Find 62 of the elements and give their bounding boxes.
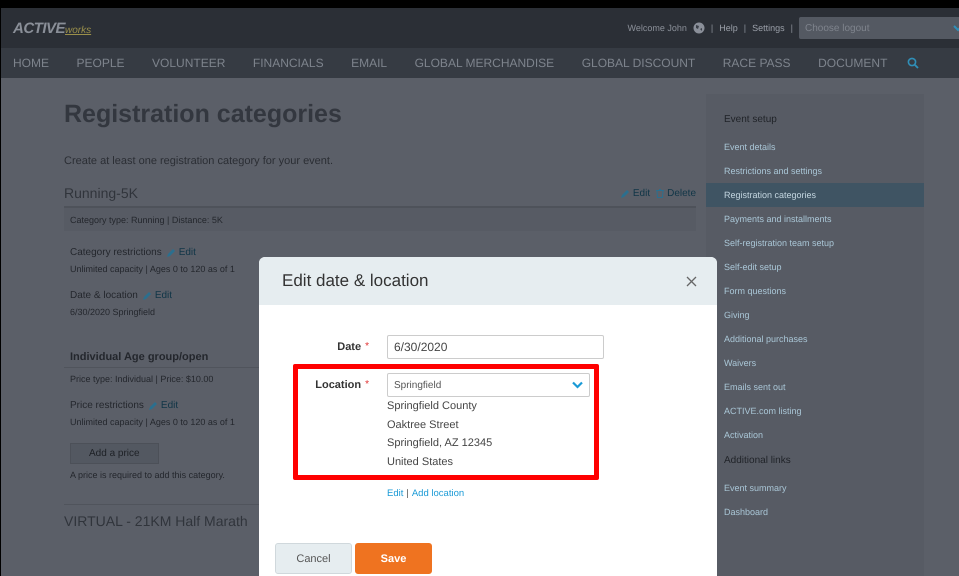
close-icon[interactable]	[686, 276, 697, 286]
cancel-button[interactable]: Cancel	[275, 543, 352, 574]
separator: |	[744, 23, 746, 33]
nav-tab[interactable]: GLOBAL DISCOUNT	[582, 56, 696, 70]
sidebar-item[interactable]: Self-registration team setup	[706, 231, 924, 255]
dialog-title: Edit date & location	[282, 271, 428, 291]
nav-tab[interactable]: FINANCIALS	[252, 56, 324, 70]
separator: |	[710, 23, 714, 33]
edit-link[interactable]: Edit	[166, 247, 196, 258]
section-detail: Unlimited capacity | Ages 0 to 120 as of 1	[70, 417, 235, 427]
sidebar-heading: Additional links	[723, 454, 792, 468]
pencil-icon	[166, 248, 176, 257]
address-line: Springfield County	[387, 399, 478, 414]
section-detail: Unlimited capacity | Ages 0 to 120 as of 1	[70, 264, 235, 274]
sidebar-item[interactable]: Restrictions and settings	[706, 159, 924, 183]
search-icon[interactable]	[906, 57, 919, 69]
edit-link[interactable]: Edit	[142, 290, 172, 301]
price-note: A price is required to add this category.	[69, 470, 226, 480]
section-label: Price restrictions	[70, 400, 144, 411]
location-select[interactable]: Springfield	[387, 373, 590, 397]
edit-link[interactable]: Edit	[148, 400, 178, 411]
section-label: Date & location	[70, 290, 138, 301]
nav-tab[interactable]: RACE PASS	[722, 56, 791, 70]
address-line: Oaktree Street	[387, 418, 460, 432]
address-line: United States	[387, 454, 454, 470]
location-link[interactable]: Add location	[412, 488, 464, 499]
nav-tab[interactable]: PEOPLE	[76, 56, 125, 70]
save-button[interactable]: Save	[355, 543, 432, 574]
link-separator: |	[406, 488, 409, 499]
header-link[interactable]: Help	[719, 23, 738, 33]
chevron-down-icon	[572, 381, 583, 389]
sidebar-item[interactable]: Event details	[706, 135, 924, 159]
nav-tab[interactable]: DOCUMENT	[818, 56, 888, 70]
nav-tab[interactable]: GLOBAL MERCHANDISE	[414, 56, 554, 70]
trash-icon	[656, 188, 664, 198]
category-action-link[interactable]: Edit	[620, 188, 650, 198]
logo[interactable]: ACTIVEworks	[13, 20, 92, 36]
nav-tab[interactable]: VOLUNTEER	[152, 56, 226, 70]
pencil-icon	[142, 291, 152, 300]
separator: |	[790, 23, 793, 33]
date-input[interactable]: 6/30/2020	[387, 335, 604, 359]
field-label: Location	[315, 379, 362, 393]
sidebar-item[interactable]: Payments and installments	[706, 207, 924, 231]
sidebar-item[interactable]: Registration categories	[706, 183, 924, 207]
address-line: Springfield, AZ 12345	[387, 436, 494, 451]
section-label: Category restrictions	[70, 247, 162, 258]
globe-icon[interactable]	[692, 22, 705, 34]
nav-tab[interactable]: HOME	[13, 56, 49, 70]
location-link[interactable]: Edit	[387, 488, 404, 499]
price-info: Price type: Individual | Price: $10.00	[69, 374, 214, 384]
pencil-icon	[148, 401, 158, 410]
category-info: Category type: Running | Distance: 5K	[64, 208, 696, 231]
nav-tab[interactable]: EMAIL	[351, 56, 388, 70]
header-link[interactable]: Settings	[752, 23, 785, 33]
welcome-text: Welcome John	[628, 23, 687, 33]
section-detail: 6/30/2020 Springfield	[70, 307, 156, 317]
required-mark: *	[365, 379, 369, 392]
sidebar-heading: Event setup	[723, 113, 778, 127]
category-action-link[interactable]: Delete	[656, 188, 696, 198]
required-mark: *	[365, 341, 369, 354]
add-price-button[interactable]: Add a price	[70, 443, 159, 464]
pencil-icon	[620, 188, 630, 198]
